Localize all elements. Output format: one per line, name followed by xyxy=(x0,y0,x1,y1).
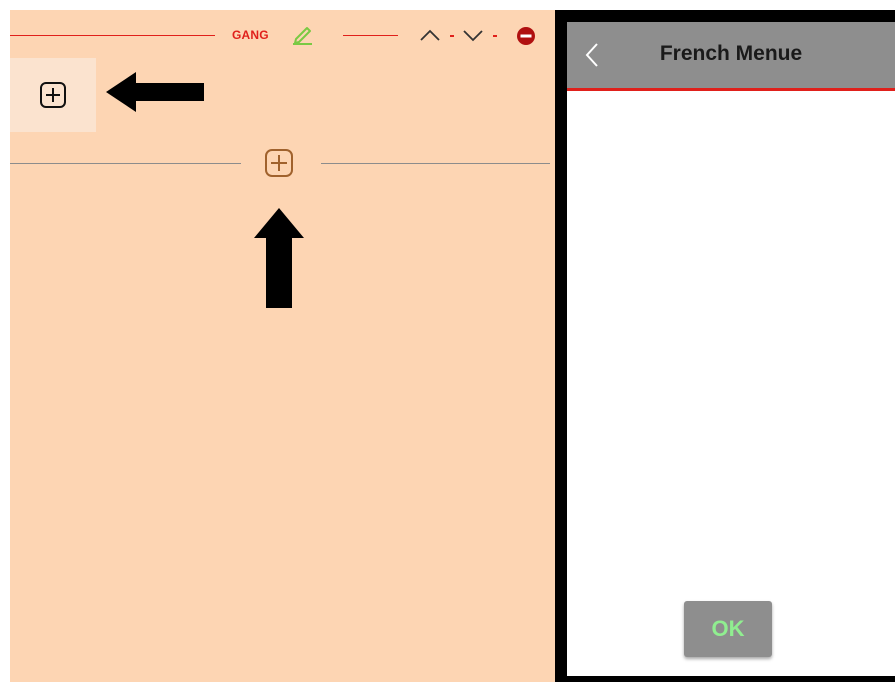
divider-line-right xyxy=(343,35,398,36)
remove-circle-icon xyxy=(517,27,535,45)
chevron-up-icon xyxy=(420,29,440,41)
add-square-icon xyxy=(40,82,66,108)
gang-label: GANG xyxy=(232,28,269,42)
section-divider-right xyxy=(321,163,550,164)
ok-button[interactable]: OK xyxy=(684,601,772,657)
edit-button[interactable] xyxy=(290,22,316,46)
menu-panel: French Menue OK xyxy=(567,22,895,676)
gang-header-bar: GANG xyxy=(10,10,555,60)
add-square-icon xyxy=(265,149,293,177)
add-gang-button[interactable] xyxy=(10,58,96,132)
arrow-left-icon xyxy=(106,72,204,112)
menu-header: French Menue xyxy=(567,22,895,91)
arrow-up-icon xyxy=(254,208,304,308)
pencil-icon xyxy=(293,27,312,45)
separator-dash xyxy=(450,35,454,37)
menu-title: French Menue xyxy=(659,42,803,65)
move-down-button[interactable] xyxy=(461,24,485,46)
move-up-button[interactable] xyxy=(418,24,442,46)
editor-panel: GANG xyxy=(10,10,555,682)
separator-dash xyxy=(493,35,497,37)
screen: GANG French Menue OK xyxy=(0,0,895,682)
divider-line-left xyxy=(10,35,215,36)
add-item-button[interactable] xyxy=(262,147,296,179)
remove-button[interactable] xyxy=(515,25,537,47)
chevron-down-icon xyxy=(463,30,483,42)
section-divider-left xyxy=(10,163,241,164)
